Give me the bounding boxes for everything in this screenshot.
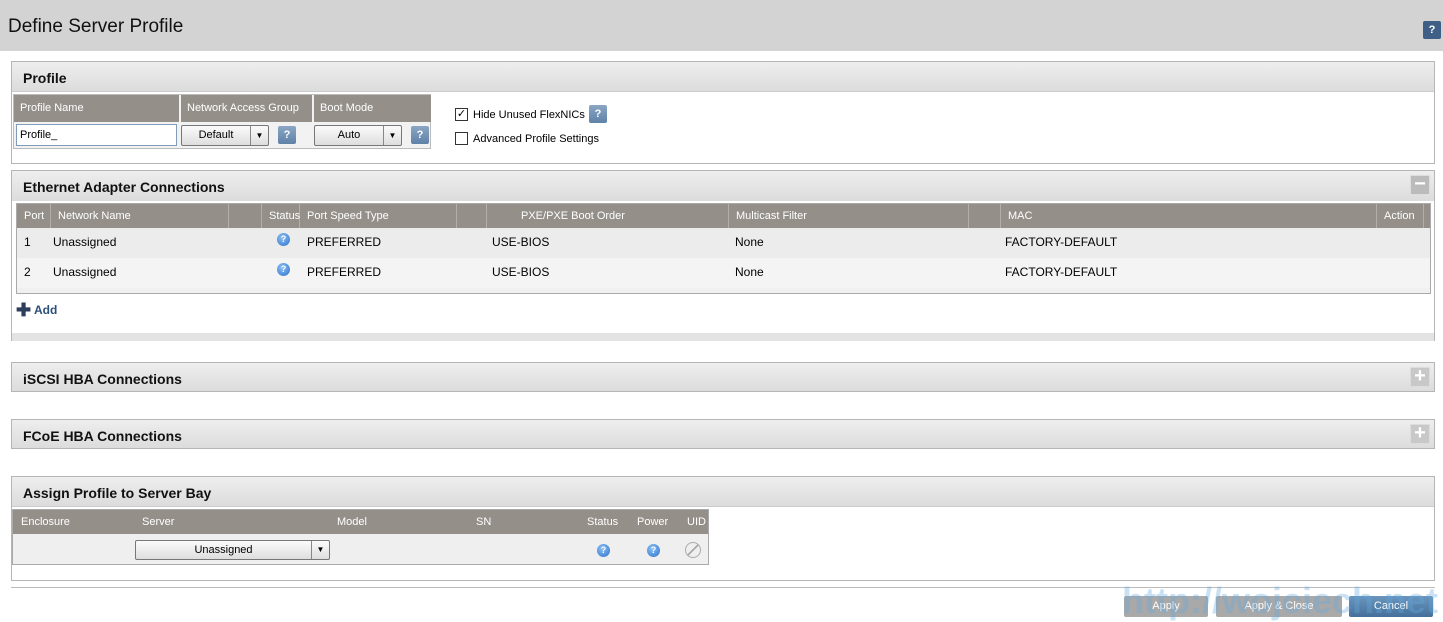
page-title: Define Server Profile xyxy=(8,16,184,37)
cell-pxe: USE-BIOS xyxy=(492,265,550,279)
ethernet-table: Port Network Name Status Port Speed Type PXE… xyxy=(16,203,1431,294)
col-profile-name: Profile Name xyxy=(14,95,179,122)
help-button[interactable]: ? xyxy=(1423,21,1441,39)
flexnics-help-button[interactable]: ? xyxy=(589,105,607,123)
nag-help-button[interactable]: ? xyxy=(278,126,296,144)
hide-unused-flexnics-checkbox[interactable]: ✓ xyxy=(455,108,468,121)
ethernet-title: Ethernet Adapter Connections xyxy=(23,179,225,195)
cell-speed: PREFERRED xyxy=(307,265,382,279)
cell-network: Unassigned xyxy=(53,265,117,279)
add-label: Add xyxy=(33,303,58,317)
fcoe-panel: FCoE HBA Connections + xyxy=(11,419,1435,449)
col-power: Power xyxy=(637,516,669,528)
col-header: Multicast Filter xyxy=(729,204,969,228)
cell-multicast: None xyxy=(735,265,764,279)
cell-multicast: None xyxy=(735,235,764,249)
col-header: PXE/PXE Boot Order xyxy=(487,204,729,228)
cell-network: Unassigned xyxy=(53,235,117,249)
table-row[interactable]: 1 Unassigned? PREFERRED USE-BIOS None FACTORY… xyxy=(17,228,1430,258)
col-header: Status xyxy=(262,204,300,228)
cell-port: 1 xyxy=(24,235,31,249)
network-access-group-select[interactable]: Default ▼ xyxy=(181,125,269,146)
iscsi-panel: iSCSI HBA Connections + xyxy=(11,362,1435,392)
fcoe-header[interactable]: FCoE HBA Connections + xyxy=(12,420,1434,448)
hide-unused-flexnics-label: Hide Unused FlexNICs xyxy=(473,109,585,121)
iscsi-title: iSCSI HBA Connections xyxy=(23,371,182,387)
expand-button[interactable]: + xyxy=(1410,423,1430,444)
plus-icon: ✚ xyxy=(16,300,32,320)
profile-panel: Profile Profile Name Network Access Grou… xyxy=(11,61,1435,164)
power-unknown-icon: ? xyxy=(647,544,660,557)
fcoe-title: FCoE HBA Connections xyxy=(23,428,182,444)
server-select[interactable]: Unassigned ▼ xyxy=(135,540,330,560)
iscsi-header[interactable]: iSCSI HBA Connections + xyxy=(12,363,1434,391)
col-header: Network Name xyxy=(51,204,229,228)
col-header: Port xyxy=(17,204,51,228)
boot-mode-help-button[interactable]: ? xyxy=(411,126,429,144)
col-status: Status xyxy=(587,516,619,528)
server-value: Unassigned xyxy=(194,544,253,556)
apply-close-button[interactable]: Apply & Close xyxy=(1216,596,1342,617)
col-server: Server xyxy=(142,516,175,528)
col-header: Port Speed Type xyxy=(300,204,457,228)
apply-button[interactable]: Apply xyxy=(1124,596,1208,617)
col-header xyxy=(457,204,487,228)
cell-mac: FACTORY-DEFAULT xyxy=(1005,265,1118,279)
assign-table: Enclosure Server Model SN Status Power U… xyxy=(12,509,709,565)
advanced-profile-settings-checkbox[interactable] xyxy=(455,132,468,145)
col-sn: SN xyxy=(476,516,492,528)
uid-disabled-icon[interactable] xyxy=(685,542,701,558)
table-row[interactable]: 2 Unassigned? PREFERRED USE-BIOS None FACTORY… xyxy=(17,258,1430,288)
profile-name-input[interactable] xyxy=(16,124,177,146)
advanced-profile-settings-label: Advanced Profile Settings xyxy=(473,133,599,145)
assign-header: Assign Profile to Server Bay xyxy=(12,477,1434,507)
col-header: MAC xyxy=(1001,204,1377,228)
col-header: Action xyxy=(1377,204,1424,228)
boot-mode-value: Auto xyxy=(337,129,361,141)
panel-footer xyxy=(12,333,1434,341)
chevron-down-icon: ▼ xyxy=(311,541,329,559)
assign-panel: Assign Profile to Server Bay Enclosure S… xyxy=(11,476,1435,581)
title-bar: Define Server Profile ? xyxy=(0,0,1443,51)
profile-table: Profile Name Network Access Group Boot M… xyxy=(13,94,431,149)
col-header xyxy=(969,204,1001,228)
col-model: Model xyxy=(337,516,367,528)
status-unknown-icon: ? xyxy=(277,263,290,276)
add-connection-button[interactable]: ✚ Add xyxy=(16,300,57,321)
chevron-down-icon: ▼ xyxy=(250,126,268,145)
expand-button[interactable]: + xyxy=(1410,366,1430,387)
ethernet-panel: Ethernet Adapter Connections − Port Networ… xyxy=(11,170,1435,341)
status-unknown-icon: ? xyxy=(597,544,610,557)
col-enclosure: Enclosure xyxy=(21,516,70,528)
ethernet-header: Ethernet Adapter Connections − xyxy=(12,171,1434,201)
col-network-access-group: Network Access Group xyxy=(181,95,312,122)
col-header xyxy=(229,204,262,228)
cell-speed: PREFERRED xyxy=(307,235,382,249)
boot-mode-select[interactable]: Auto ▼ xyxy=(314,125,402,146)
divider xyxy=(11,587,1435,588)
col-boot-mode: Boot Mode xyxy=(314,95,431,122)
cancel-button[interactable]: Cancel xyxy=(1349,596,1433,617)
chevron-down-icon: ▼ xyxy=(383,126,401,145)
nag-value: Default xyxy=(198,129,234,141)
collapse-button[interactable]: − xyxy=(1410,174,1430,195)
col-uid: UID xyxy=(687,516,706,528)
cell-port: 2 xyxy=(24,265,31,279)
status-unknown-icon: ? xyxy=(277,233,290,246)
profile-header: Profile xyxy=(12,62,1434,92)
cell-pxe: USE-BIOS xyxy=(492,235,550,249)
cell-mac: FACTORY-DEFAULT xyxy=(1005,235,1118,249)
